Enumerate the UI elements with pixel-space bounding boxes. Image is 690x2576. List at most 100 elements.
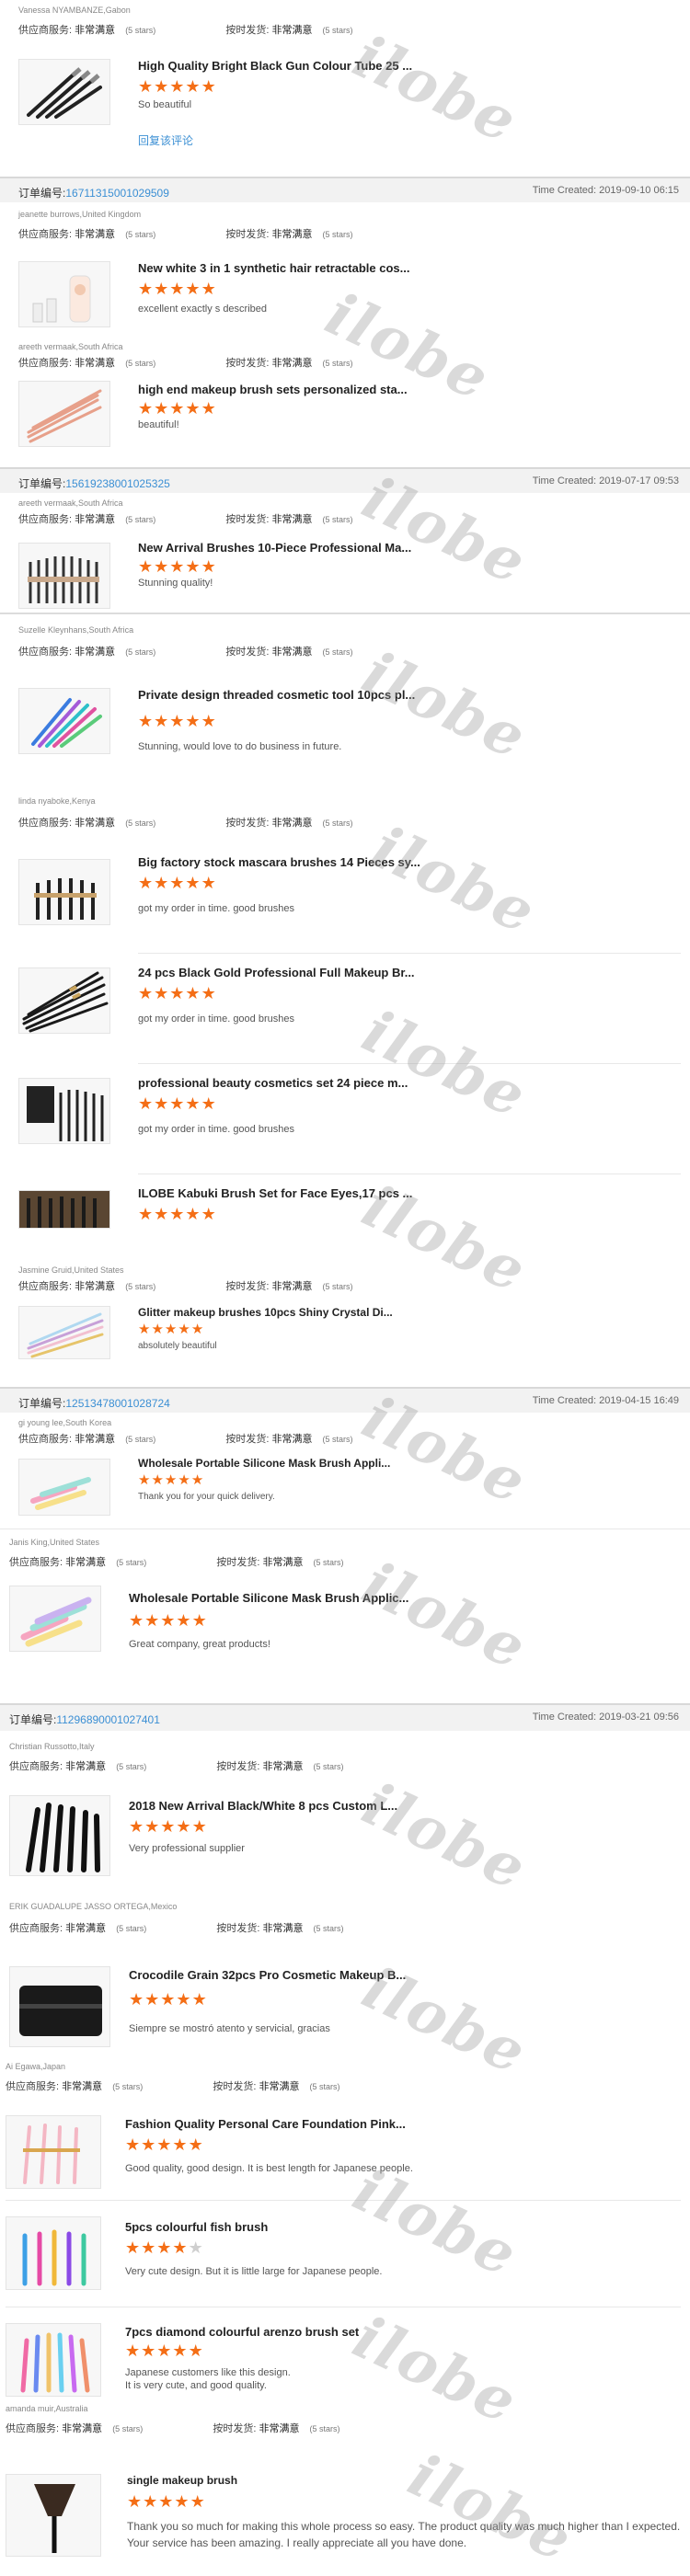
star-icon: ★ — [141, 2238, 157, 2257]
product-title[interactable]: professional beauty cosmetics set 24 pie… — [138, 1076, 451, 1090]
product-thumbnail[interactable] — [6, 2323, 101, 2397]
buyer-name: ERIK GUADALUPE JASSO ORTEGA,Mexico — [9, 1902, 178, 1911]
order-number[interactable]: 15619238001025325 — [65, 477, 169, 490]
supplier-value: 非常满意 — [75, 1434, 116, 1445]
star-icon: ★ — [172, 2238, 189, 2257]
supplier-label: 供应商服务: — [18, 229, 73, 240]
buyer-name: jeanette burrows,United Kingdom — [18, 210, 142, 219]
product-thumbnail[interactable] — [18, 1190, 110, 1229]
star-icon: ★ — [190, 1472, 205, 1488]
product-title[interactable]: single makeup brush — [127, 2474, 440, 2487]
product-thumbnail[interactable] — [6, 2216, 101, 2290]
supplier-label: 供应商服务: — [9, 1761, 63, 1772]
product-title[interactable]: New white 3 in 1 synthetic hair retracta… — [138, 261, 451, 275]
order-number[interactable]: 11296890001027401 — [56, 1713, 160, 1726]
product-thumbnail[interactable] — [18, 543, 110, 609]
watermark-logo: ilobe — [342, 2303, 528, 2438]
star-icon: ★ — [138, 874, 155, 892]
product-thumbnail[interactable] — [9, 1795, 110, 1876]
ratings-row: 供应商服务: 非常满意 (5 stars) 按时发货: 非常满意 (5 star… — [18, 1431, 353, 1446]
product-thumbnail[interactable] — [6, 2115, 101, 2189]
star-icon: ★ — [201, 1205, 217, 1223]
order-header: 订单编号:11296890001027401 Time Created: 201… — [0, 1703, 690, 1731]
product-title[interactable]: high end makeup brush sets personalized … — [138, 383, 451, 396]
product-title[interactable]: Wholesale Portable Silicone Mask Brush A… — [129, 1591, 442, 1605]
product-thumbnail[interactable] — [18, 381, 110, 447]
time-label: Time Created: — [532, 475, 597, 487]
supplier-label: 供应商服务: — [18, 647, 73, 658]
product-title[interactable]: New Arrival Brushes 10-Piece Professiona… — [138, 541, 451, 555]
star-icon: ★ — [191, 1990, 208, 2009]
buyer-name: Ai Egawa,Japan — [6, 2062, 66, 2071]
shipping-label: 按时发货: — [225, 1281, 270, 1292]
product-thumbnail[interactable] — [9, 1966, 110, 2047]
order-time: 2019-04-15 16:49 — [599, 1395, 679, 1406]
product-title[interactable]: Crocodile Grain 32pcs Pro Cosmetic Makeu… — [129, 1968, 442, 1982]
star-icon: ★ — [144, 1611, 161, 1630]
star-rating: ★★★★★ — [138, 712, 217, 731]
product-thumbnail[interactable] — [6, 2474, 101, 2557]
star-icon: ★ — [172, 2341, 189, 2360]
star-rating: ★★★★★ — [138, 1205, 217, 1224]
supplier-value: 非常满意 — [62, 2423, 103, 2434]
star-icon: ★ — [176, 1990, 192, 2009]
product-thumbnail[interactable] — [18, 1078, 110, 1144]
review-text: Stunning, would love to do business in f… — [138, 741, 342, 752]
star-icon: ★ — [125, 2238, 142, 2257]
product-thumbnail[interactable] — [18, 1459, 110, 1516]
product-title[interactable]: ILOBE Kabuki Brush Set for Face Eyes,17 … — [138, 1186, 451, 1200]
product-thumbnail[interactable] — [18, 59, 110, 125]
star-icon: ★ — [176, 1611, 192, 1630]
product-thumbnail[interactable] — [18, 859, 110, 925]
review-text: excellent exactly s described — [138, 303, 268, 315]
star-rating: ★★★★★ — [138, 280, 217, 299]
review-text: Great company, great products! — [129, 1639, 270, 1650]
product-thumbnail[interactable] — [18, 1306, 110, 1359]
product-title[interactable]: Private design threaded cosmetic tool 10… — [138, 688, 451, 702]
review-text: Thank you so much for making this whole … — [127, 2520, 681, 2533]
product-title[interactable]: 2018 New Arrival Black/White 8 pcs Custo… — [129, 1799, 442, 1813]
supplier-value: 非常满意 — [75, 1281, 116, 1292]
star-icon: ★ — [169, 399, 186, 418]
supplier-stars-note: (5 stars) — [112, 2082, 144, 2091]
shipping-label: 按时发货: — [216, 1557, 260, 1568]
review-text: absolutely beautiful — [138, 1341, 217, 1351]
product-title[interactable]: 24 pcs Black Gold Professional Full Make… — [138, 966, 451, 979]
reply-link[interactable]: 回复该评论 — [138, 132, 193, 148]
product-title[interactable]: 7pcs diamond colourful arenzo brush set — [125, 2325, 438, 2339]
review-text: So beautiful — [138, 99, 192, 110]
order-number[interactable]: 12513478001028724 — [65, 1397, 169, 1410]
product-thumbnail[interactable] — [18, 967, 110, 1034]
star-icon: ★ — [185, 399, 201, 418]
star-icon: ★ — [176, 1817, 192, 1836]
review-text: got my order in time. good brushes — [138, 1124, 294, 1135]
supplier-label: 供应商服务: — [18, 25, 73, 36]
product-title[interactable]: Glitter makeup brushes 10pcs Shiny Cryst… — [138, 1306, 451, 1319]
product-title[interactable]: High Quality Bright Black Gun Colour Tub… — [138, 59, 451, 73]
order-number[interactable]: 16711315001029509 — [65, 187, 169, 200]
star-icon: ★ — [127, 2492, 144, 2511]
shipping-label: 按时发货: — [216, 1923, 260, 1934]
supplier-stars-note: (5 stars) — [125, 359, 156, 368]
product-title[interactable]: 5pcs colourful fish brush — [125, 2220, 438, 2234]
product-title[interactable]: Wholesale Portable Silicone Mask Brush A… — [138, 1457, 451, 1470]
supplier-stars-note: (5 stars) — [116, 1558, 147, 1567]
star-icon: ★ — [201, 399, 217, 418]
product-thumbnail[interactable] — [18, 688, 110, 754]
product-thumbnail[interactable] — [9, 1586, 101, 1652]
product-title[interactable]: Fashion Quality Personal Care Foundation… — [125, 2117, 438, 2131]
star-icon: ★ — [201, 874, 217, 892]
star-icon: ★ — [154, 557, 170, 576]
review-text-line2: Your service has been amazing. I really … — [127, 2536, 467, 2549]
order-time: 2019-09-10 06:15 — [599, 185, 679, 196]
product-title[interactable]: Big factory stock mascara brushes 14 Pie… — [138, 855, 451, 869]
shipping-stars-note: (5 stars) — [313, 1762, 344, 1771]
supplier-label: 供应商服务: — [6, 2081, 60, 2092]
product-thumbnail[interactable] — [18, 261, 110, 327]
star-icon: ★ — [178, 1472, 191, 1488]
review-text: Siempre se mostró atento y servicial, gr… — [129, 2023, 330, 2034]
star-icon: ★ — [174, 2492, 190, 2511]
star-rating: ★★★★★ — [127, 2492, 206, 2512]
watermark-logo: ilobe — [351, 1549, 537, 1684]
star-icon: ★ — [143, 2492, 159, 2511]
